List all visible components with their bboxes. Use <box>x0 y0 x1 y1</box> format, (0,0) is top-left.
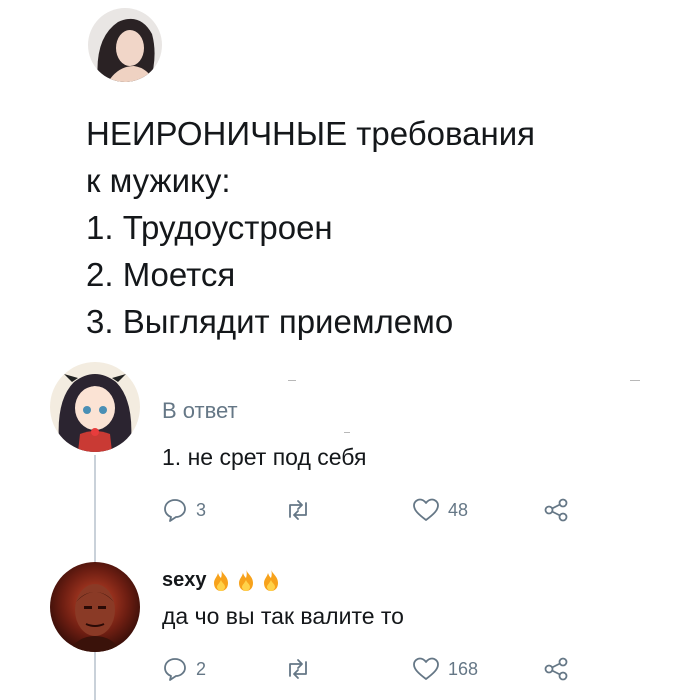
heart-icon <box>413 498 439 521</box>
fire-icon <box>238 569 253 591</box>
like-button[interactable]: 168 <box>412 656 478 682</box>
retweet-button[interactable] <box>284 497 320 523</box>
share-button[interactable] <box>542 497 570 523</box>
reply-to-label[interactable]: В ответ <box>162 398 238 424</box>
reply-text: 1. не срет под себя <box>162 444 367 470</box>
reply-avatar[interactable] <box>50 362 140 452</box>
reply-count: 2 <box>196 658 207 679</box>
retweet-icon <box>289 659 307 679</box>
reply-button[interactable]: 2 <box>162 656 206 682</box>
author-avatar[interactable] <box>88 8 162 82</box>
tweet-text-line: к мужику: <box>86 162 231 199</box>
retweet-icon <box>289 500 307 520</box>
reply-username[interactable]: sexy <box>162 568 282 592</box>
username-text: sexy <box>162 568 207 591</box>
reply-avatar[interactable] <box>50 562 140 652</box>
reply-icon <box>164 658 186 681</box>
divider-speck <box>344 432 350 433</box>
reply-actions: 2 168 <box>162 656 582 686</box>
tweet-text-line: 2. Моется <box>86 256 236 293</box>
share-button[interactable] <box>542 656 570 682</box>
divider-speck <box>630 380 640 381</box>
like-count: 168 <box>448 658 479 679</box>
reply-count: 3 <box>196 499 207 520</box>
like-count: 48 <box>448 499 469 520</box>
divider-speck <box>288 380 296 381</box>
tweet-text-line: 1. Трудоустроен <box>86 209 333 246</box>
reply-icon <box>164 499 186 522</box>
like-button[interactable]: 48 <box>412 497 468 523</box>
fire-icon <box>213 569 228 591</box>
thread-line <box>94 652 96 700</box>
share-icon <box>544 498 568 522</box>
reply-button[interactable]: 3 <box>162 497 206 523</box>
thread-line <box>94 455 96 565</box>
heart-icon <box>413 657 439 680</box>
retweet-button[interactable] <box>284 656 320 682</box>
fire-icon <box>263 569 278 591</box>
reply-actions: 3 48 <box>162 497 582 527</box>
tweet-text-line: 3. Выглядит приемлемо <box>86 303 454 340</box>
reply-text: да чо вы так валите то <box>162 603 404 629</box>
tweet-text-line: НЕИРОНИЧНЫЕ требования <box>86 115 536 152</box>
share-icon <box>544 657 568 681</box>
tweet-text: НЕИРОНИЧНЫЕ требования к мужику: 1. Труд… <box>86 110 666 345</box>
